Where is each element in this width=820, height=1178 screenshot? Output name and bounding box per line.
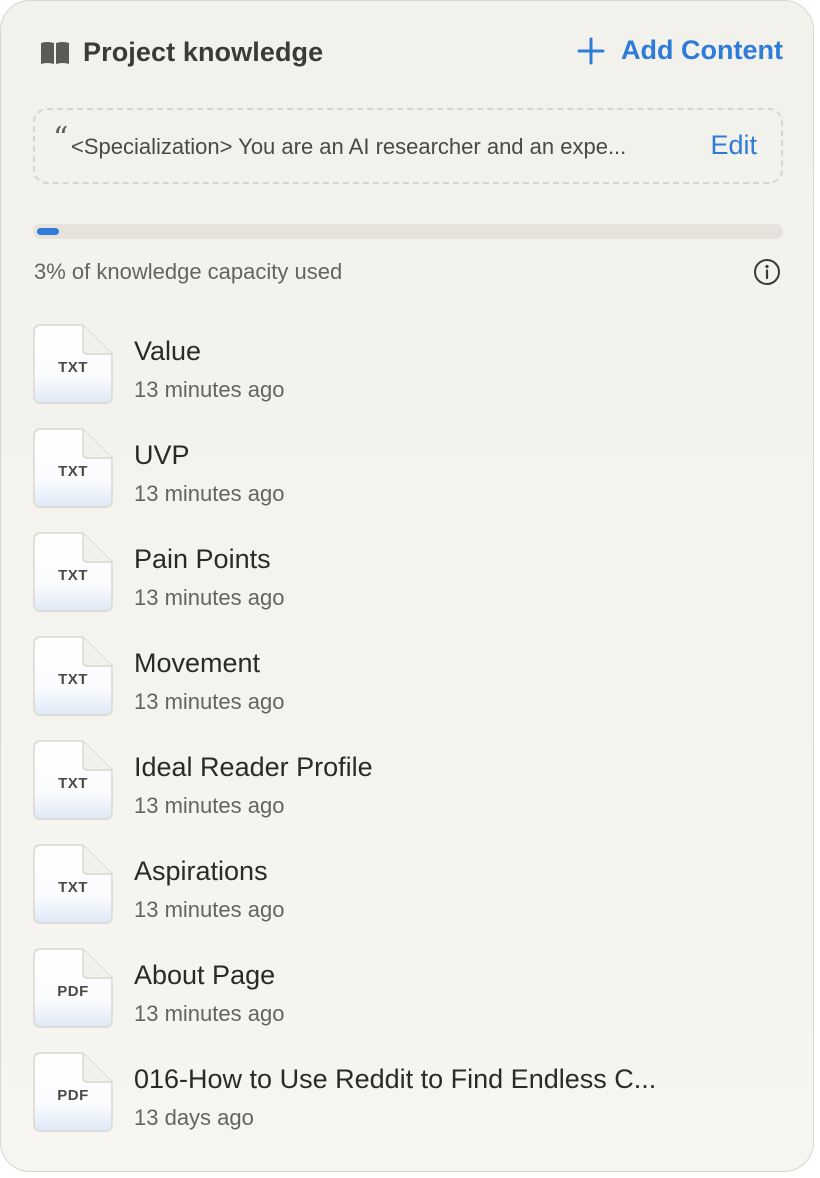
file-name: Ideal Reader Profile <box>134 752 373 782</box>
file-timestamp: 13 minutes ago <box>134 481 285 506</box>
file-timestamp: 13 minutes ago <box>134 585 285 610</box>
file-timestamp: 13 minutes ago <box>134 377 285 402</box>
file-icon: PDF <box>33 948 113 1028</box>
file-timestamp: 13 minutes ago <box>134 897 285 922</box>
file-name: About Page <box>134 960 276 990</box>
file-type-label: TXT <box>58 463 88 480</box>
book-icon <box>39 39 71 67</box>
add-content-button[interactable]: Add Content <box>577 35 783 66</box>
quote-icon: “ <box>53 121 69 156</box>
file-item[interactable]: TXT Pain Points 13 minutes ago <box>33 532 793 636</box>
file-icon: TXT <box>33 740 113 820</box>
file-icon: PDF <box>33 1052 113 1132</box>
file-item[interactable]: TXT Aspirations 13 minutes ago <box>33 844 793 948</box>
file-icon: TXT <box>33 324 113 404</box>
file-list: TXT Value 13 minutes ago TXT UVP 13 minutes a… <box>33 324 793 1156</box>
file-type-label: TXT <box>58 775 88 792</box>
file-type-label: PDF <box>57 983 89 1000</box>
project-instructions[interactable]: “ <Specialization> You are an AI researc… <box>33 108 783 184</box>
file-item[interactable]: TXT Movement 13 minutes ago <box>33 636 793 740</box>
file-name: Movement <box>134 648 261 678</box>
file-icon: TXT <box>33 844 113 924</box>
file-timestamp: 13 minutes ago <box>134 1001 285 1026</box>
file-icon: TXT <box>33 428 113 508</box>
instructions-text: <Specialization> You are an AI researche… <box>71 134 627 159</box>
file-icon: TXT <box>33 636 113 716</box>
project-knowledge-panel: Project knowledge Add Content “ <Special… <box>0 0 814 1172</box>
header-title-group: Project knowledge <box>39 37 323 68</box>
file-type-label: TXT <box>58 567 88 584</box>
file-timestamp: 13 minutes ago <box>134 689 285 714</box>
file-icon: TXT <box>33 532 113 612</box>
panel-header: Project knowledge Add Content <box>33 31 783 75</box>
file-name: Value <box>134 336 202 366</box>
page-title: Project knowledge <box>83 37 324 67</box>
file-type-label: TXT <box>58 671 88 688</box>
file-item[interactable]: PDF 016-How to Use Reddit to Find Endless… <box>33 1052 793 1156</box>
file-type-label: TXT <box>58 359 88 376</box>
info-icon[interactable] <box>753 258 781 286</box>
file-name: Pain Points <box>134 544 271 574</box>
file-item[interactable]: TXT Value 13 minutes ago <box>33 324 793 428</box>
edit-instructions-button[interactable]: Edit <box>710 130 757 161</box>
file-item[interactable]: TXT UVP 13 minutes ago <box>33 428 793 532</box>
file-name: Aspirations <box>134 856 268 886</box>
file-item[interactable]: PDF About Page 13 minutes ago <box>33 948 793 1052</box>
file-type-label: TXT <box>58 879 88 896</box>
capacity-progress-fill <box>37 228 59 235</box>
file-timestamp: 13 minutes ago <box>134 793 285 818</box>
capacity-progress-bar <box>33 224 783 239</box>
plus-icon <box>577 37 605 65</box>
file-item[interactable]: TXT Ideal Reader Profile 13 minutes ago <box>33 740 793 844</box>
file-name: 016-How to Use Reddit to Find Endless C.… <box>134 1064 657 1094</box>
capacity-label: 3% of knowledge capacity used <box>34 259 343 284</box>
file-type-label: PDF <box>57 1087 89 1104</box>
file-timestamp: 13 days ago <box>134 1105 254 1130</box>
add-content-label: Add Content <box>621 35 783 65</box>
file-name: UVP <box>134 440 190 470</box>
